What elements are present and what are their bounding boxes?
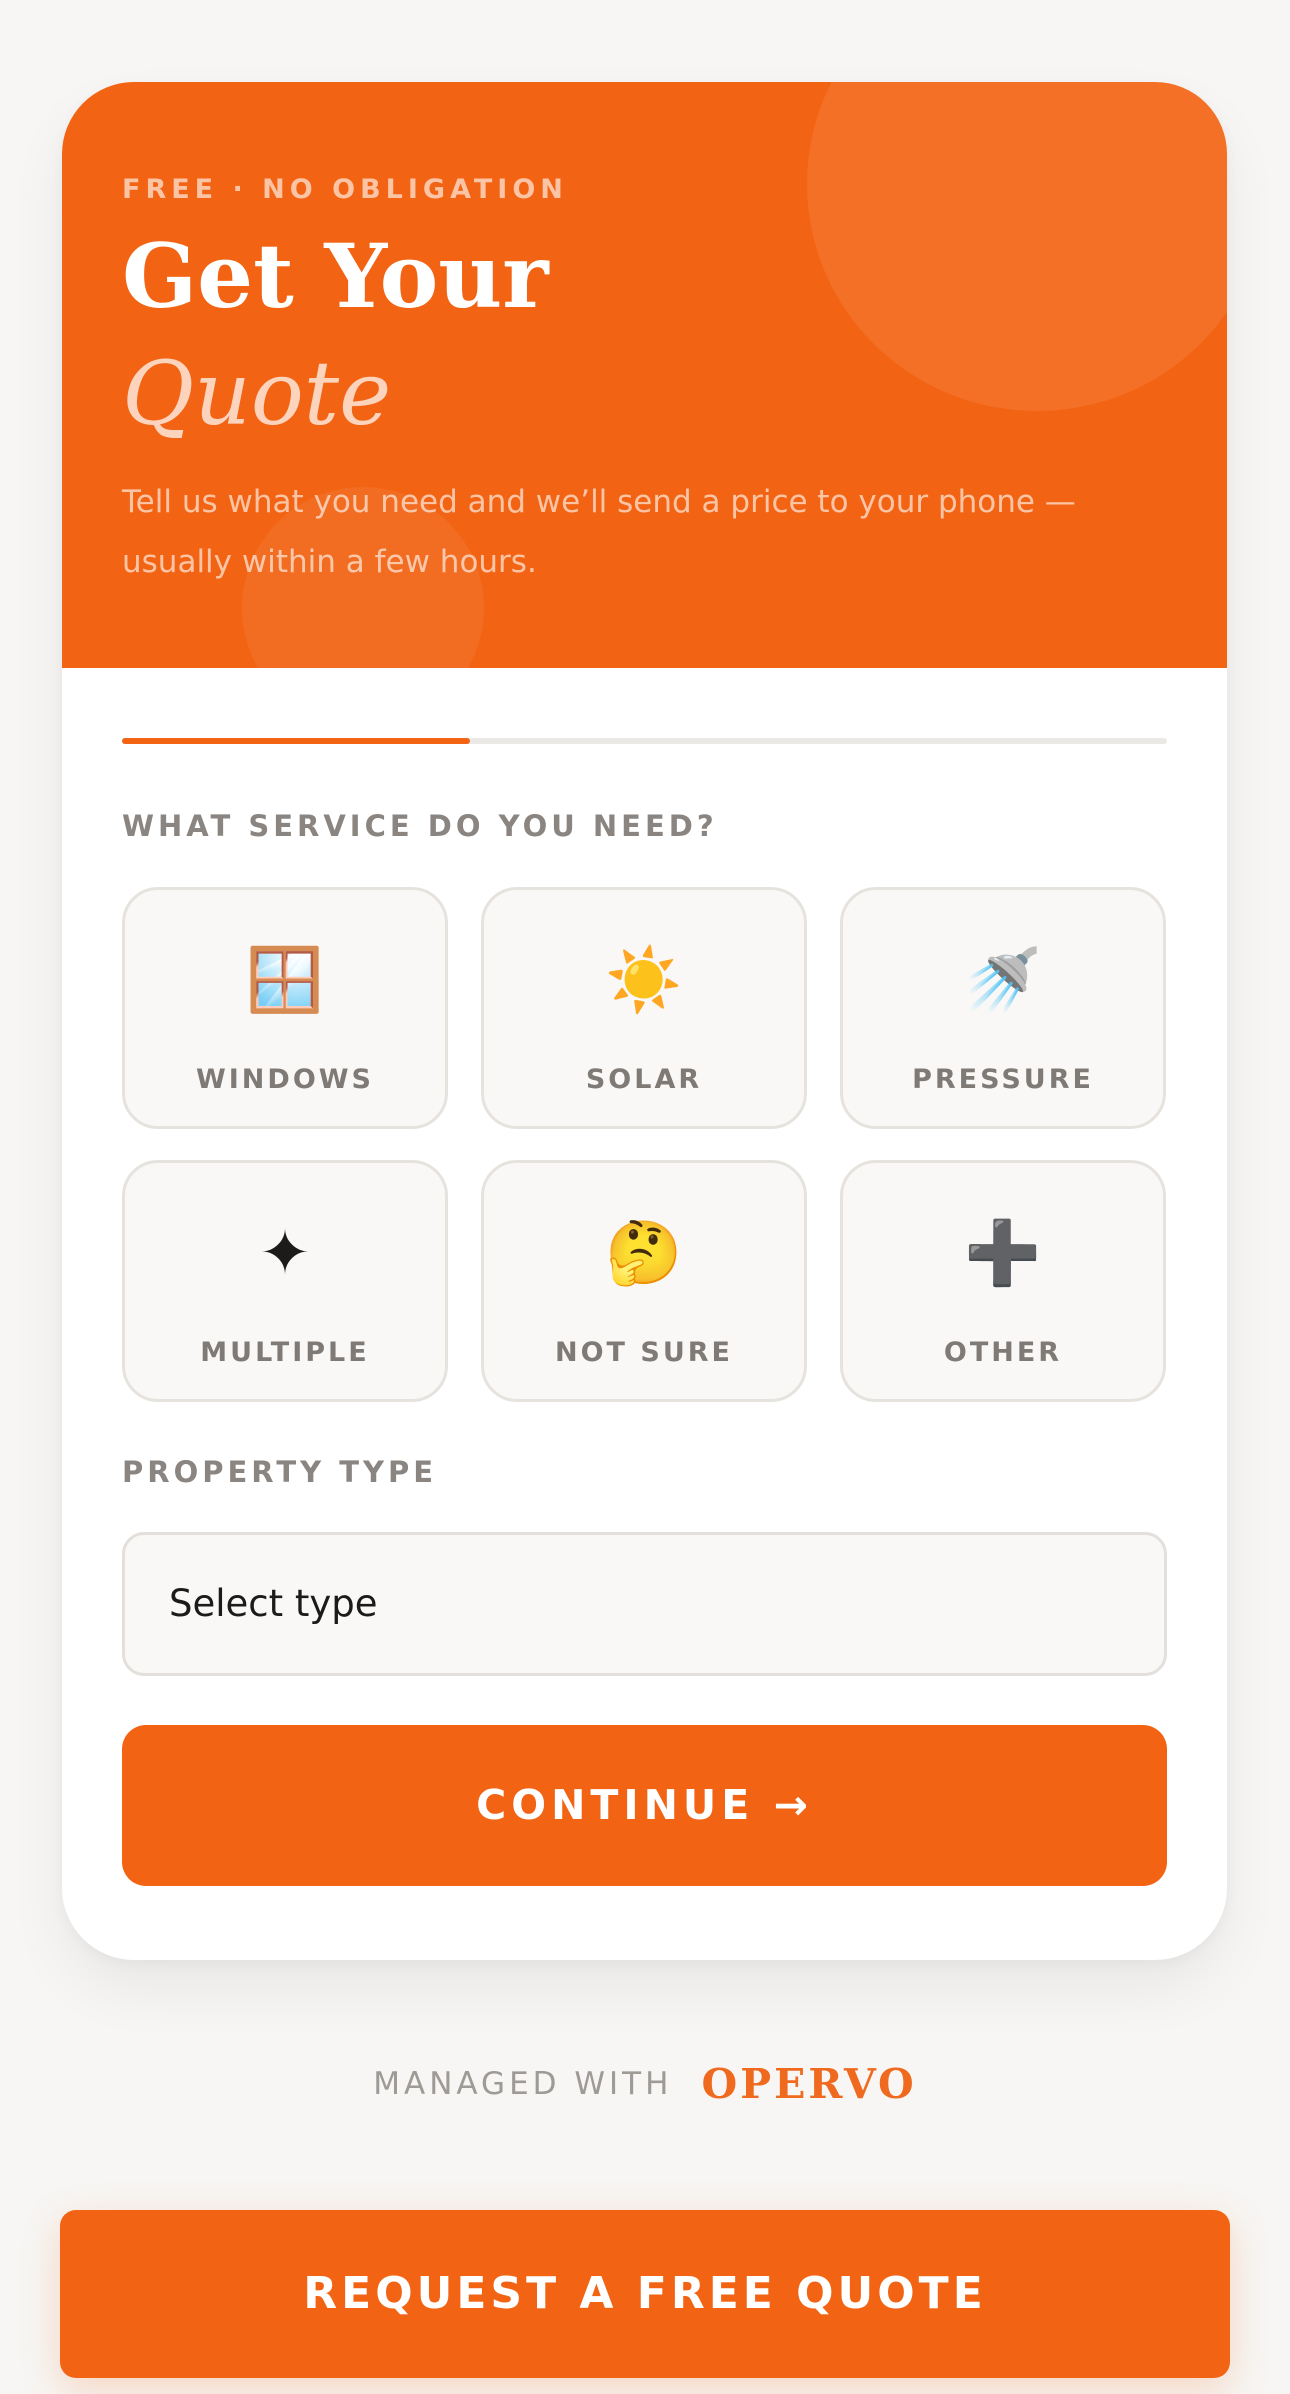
sun-icon: ☀️ bbox=[605, 943, 683, 1016]
service-option-label: SOLAR bbox=[585, 1064, 703, 1095]
service-option-other[interactable]: ➕ OTHER bbox=[840, 1160, 1166, 1402]
continue-button[interactable]: CONTINUE → bbox=[122, 1725, 1167, 1886]
hero-subtitle: Tell us what you need and we’ll send a p… bbox=[122, 484, 1076, 580]
window-icon: 🪟 bbox=[246, 943, 324, 1016]
quote-page: FREE · NO OBLIGATION Get Your Quote Tell… bbox=[0, 0, 1290, 2394]
progress-bar-fill bbox=[122, 738, 470, 744]
property-type-value: Select type bbox=[169, 1582, 378, 1625]
page-title: Get Your bbox=[122, 224, 549, 328]
service-option-label: NOT SURE bbox=[555, 1337, 733, 1368]
request-quote-button[interactable]: REQUEST A FREE QUOTE bbox=[60, 2210, 1230, 2378]
progress-bar bbox=[122, 738, 1167, 744]
service-option-windows[interactable]: 🪟 WINDOWS bbox=[122, 887, 448, 1129]
managed-with-footer: MANAGED WITH OPERVO bbox=[0, 2060, 1290, 2108]
plus-icon: ➕ bbox=[964, 1216, 1042, 1289]
service-option-pressure[interactable]: 🚿 PRESSURE bbox=[840, 887, 1166, 1129]
service-option-label: PRESSURE bbox=[912, 1064, 1094, 1095]
managed-with-label: MANAGED WITH bbox=[373, 2066, 673, 2102]
service-option-label: MULTIPLE bbox=[200, 1337, 370, 1368]
decorative-circle bbox=[807, 82, 1227, 411]
thinking-face-icon: 🤔 bbox=[605, 1216, 683, 1289]
service-option-solar[interactable]: ☀️ SOLAR bbox=[481, 887, 807, 1129]
shower-icon: 🚿 bbox=[964, 943, 1042, 1016]
service-option-not-sure[interactable]: 🤔 NOT SURE bbox=[481, 1160, 807, 1402]
quote-card: FREE · NO OBLIGATION Get Your Quote Tell… bbox=[62, 82, 1227, 1960]
page-title-italic: Quote bbox=[122, 342, 392, 445]
service-option-label: OTHER bbox=[943, 1337, 1063, 1368]
property-type-label: PROPERTY TYPE bbox=[122, 1455, 438, 1489]
hero-header: FREE · NO OBLIGATION Get Your Quote Tell… bbox=[62, 82, 1227, 668]
property-type-select[interactable]: Select type bbox=[122, 1532, 1167, 1676]
eyebrow-text: FREE · NO OBLIGATION bbox=[122, 174, 568, 205]
service-option-multiple[interactable]: ✦ MULTIPLE bbox=[122, 1160, 448, 1402]
service-option-label: WINDOWS bbox=[195, 1064, 375, 1095]
brand-logo[interactable]: OPERVO bbox=[702, 2060, 917, 2108]
service-label: WHAT SERVICE DO YOU NEED? bbox=[122, 809, 718, 843]
sparkle-icon: ✦ bbox=[259, 1216, 311, 1289]
